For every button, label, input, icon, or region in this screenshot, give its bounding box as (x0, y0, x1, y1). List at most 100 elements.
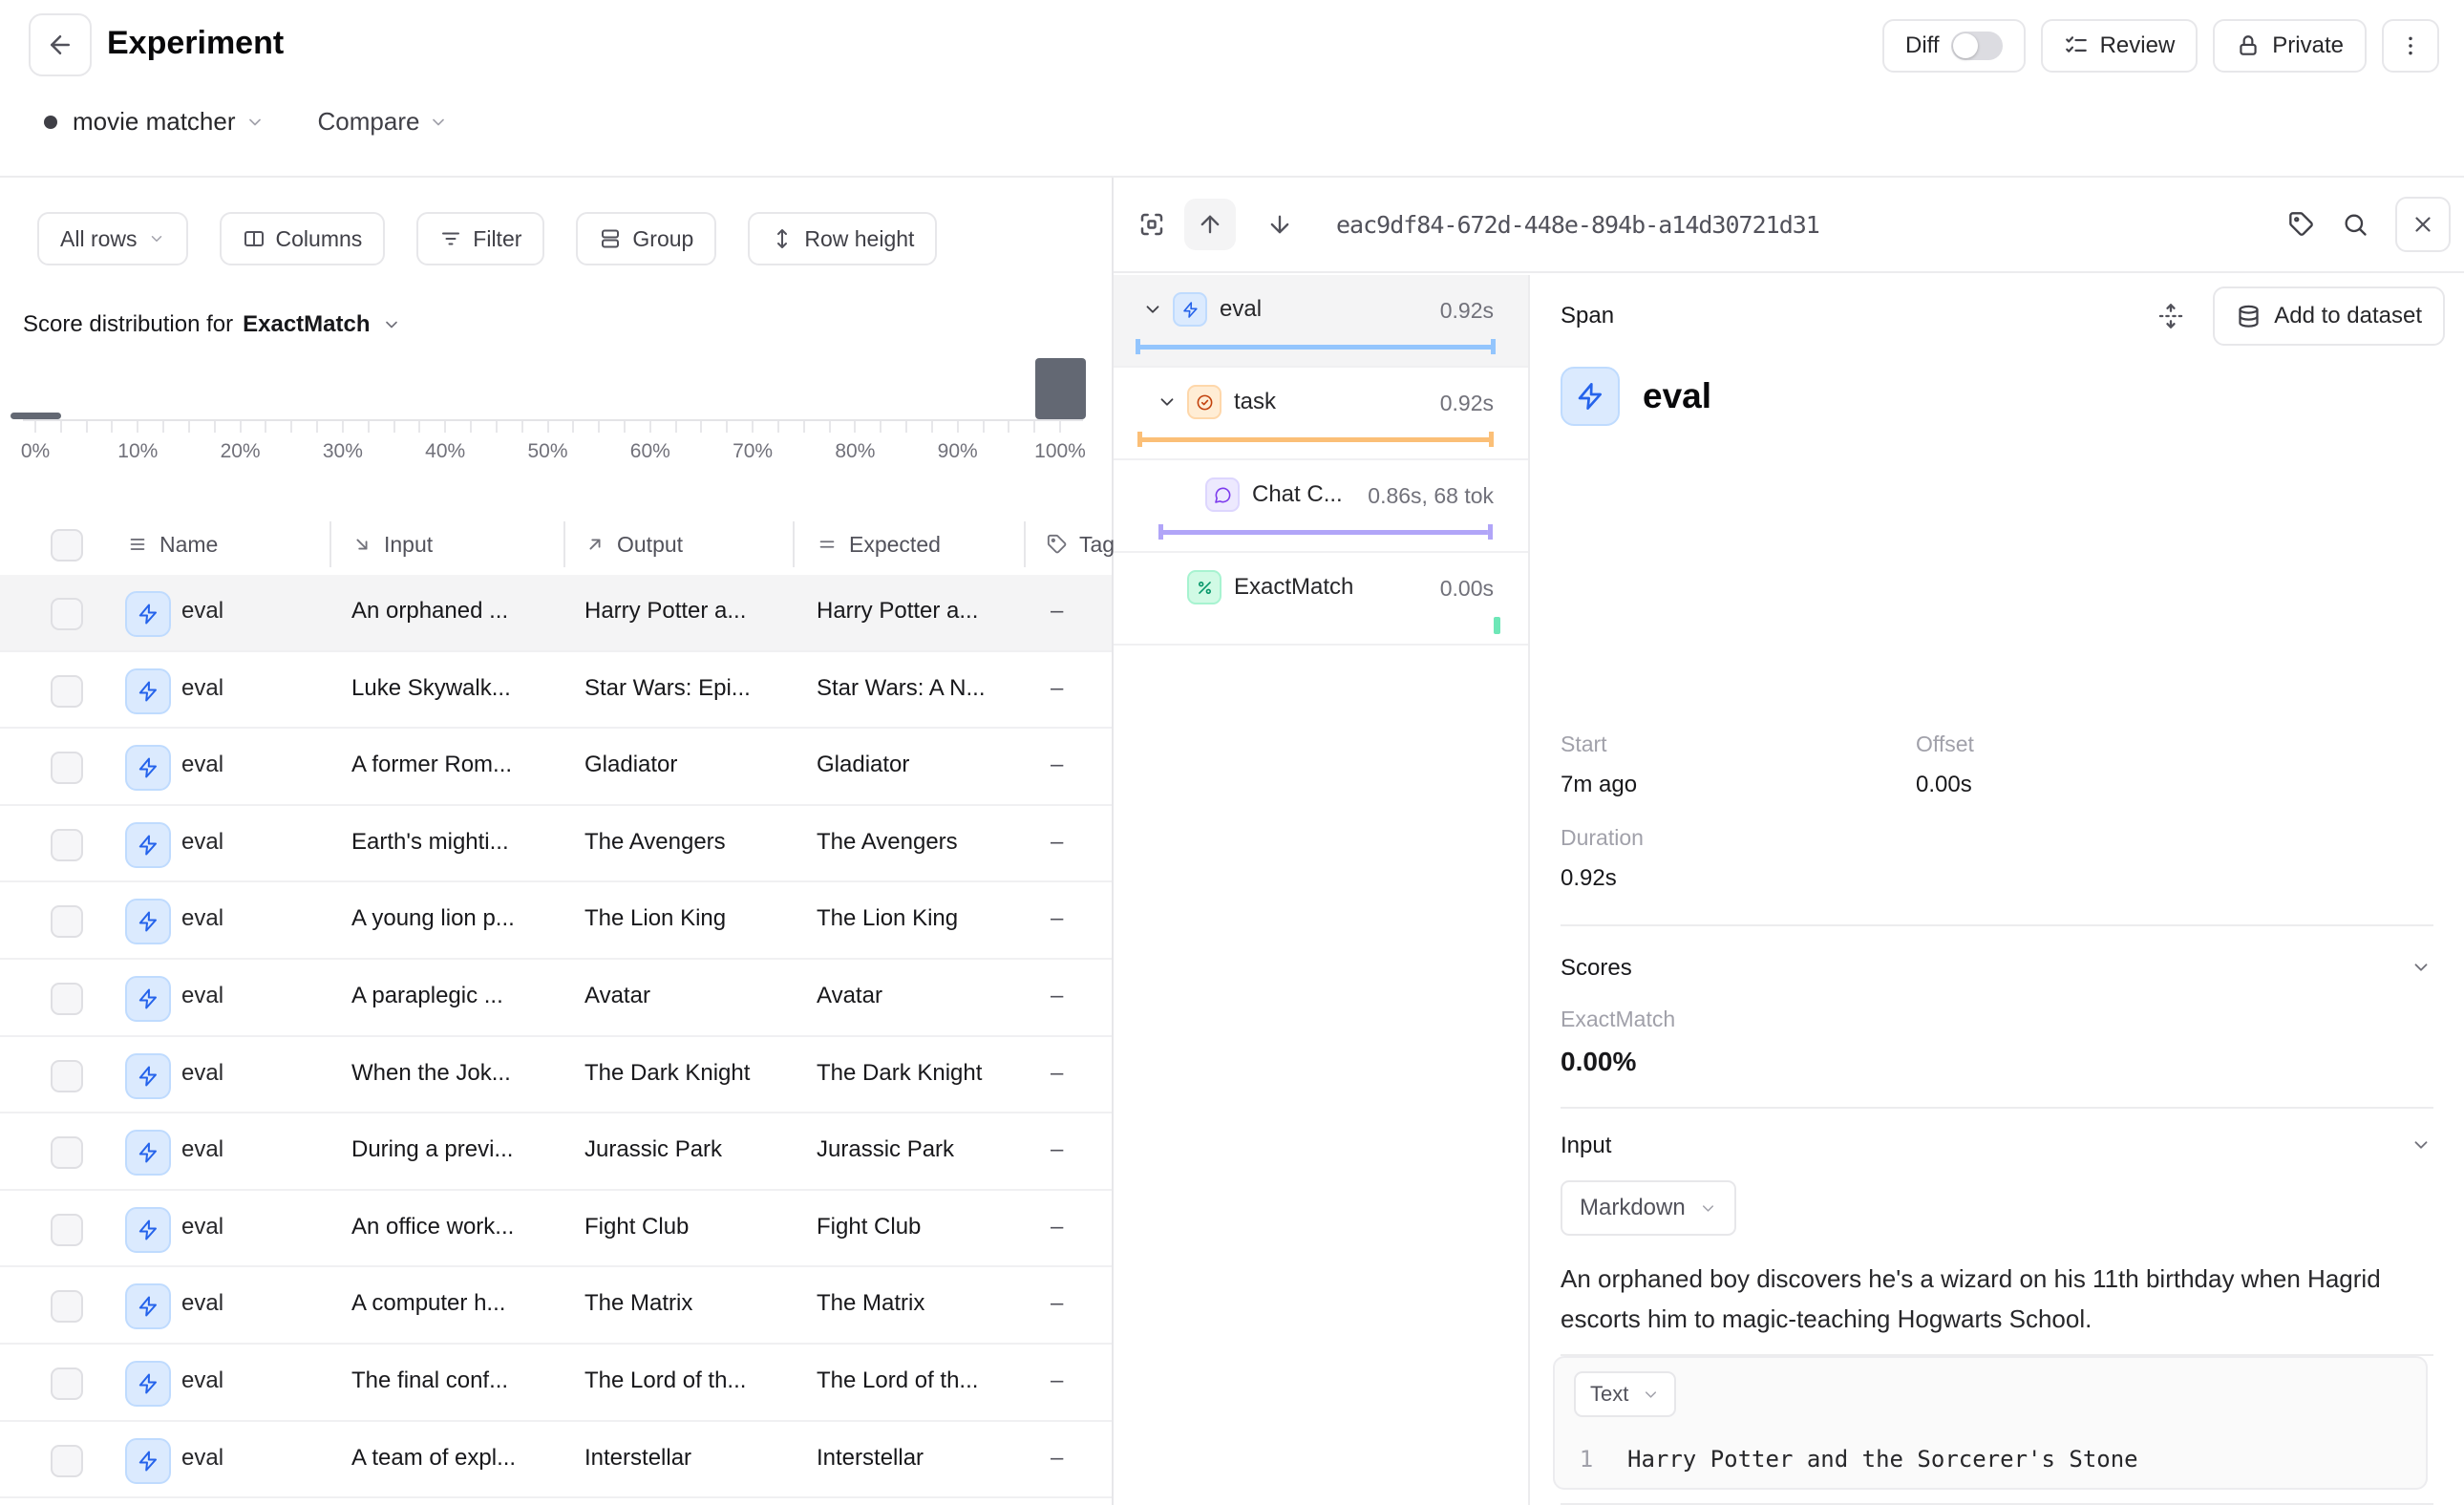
row-checkbox[interactable] (51, 1214, 83, 1246)
lock-icon (2236, 33, 2261, 58)
close-panel-button[interactable] (2395, 197, 2451, 252)
row-checkbox[interactable] (51, 1445, 83, 1477)
table-row[interactable]: eval The final conf... The Lord of th...… (0, 1345, 1112, 1422)
row-checkbox[interactable] (51, 983, 83, 1015)
table-row[interactable]: eval An office work... Fight Club Fight … (0, 1191, 1112, 1268)
private-button[interactable]: Private (2213, 19, 2367, 73)
more-menu-button[interactable] (2382, 19, 2439, 73)
next-row-button[interactable] (1254, 199, 1306, 250)
row-checkbox[interactable] (51, 752, 83, 784)
axis-tick (393, 421, 395, 433)
table-row[interactable]: eval An orphaned ... Harry Potter a... H… (0, 575, 1112, 652)
expected-format-dropdown[interactable]: Text (1574, 1371, 1676, 1417)
diff-toggle[interactable] (1951, 32, 2003, 60)
row-tags: – (1051, 983, 1098, 1009)
group-label: Group (632, 226, 693, 252)
filter-button[interactable]: Filter (416, 212, 544, 265)
table-row[interactable]: eval A computer h... The Matrix The Matr… (0, 1267, 1112, 1345)
score-distribution-header[interactable]: Score distribution for ExactMatch (23, 311, 401, 338)
row-output: Interstellar (584, 1445, 802, 1472)
table-toolbar: All rows Columns Filter Group Row height (37, 212, 937, 265)
chevron-down-icon[interactable] (2411, 957, 2432, 978)
row-expected: Star Wars: A N... (817, 675, 1034, 702)
all-rows-dropdown[interactable]: All rows (37, 212, 188, 265)
row-checkbox[interactable] (51, 905, 83, 938)
chevron-down-icon[interactable] (1142, 299, 1163, 320)
search-icon[interactable] (2342, 211, 2368, 238)
trace-span-item[interactable]: ExactMatch 0.00s (1114, 553, 1528, 646)
row-output: Harry Potter a... (584, 598, 802, 625)
results-pane: All rows Columns Filter Group Row height… (0, 178, 1114, 1505)
table-row[interactable]: eval Earth's mighti... The Avengers The … (0, 806, 1112, 883)
row-checkbox[interactable] (51, 1367, 83, 1400)
column-header-input[interactable]: Input (351, 516, 433, 573)
row-checkbox[interactable] (51, 829, 83, 861)
column-separator[interactable] (793, 521, 795, 567)
chevron-down-icon[interactable] (2411, 1134, 2432, 1155)
chevron-down-icon[interactable] (1157, 392, 1178, 413)
review-button[interactable]: Review (2041, 19, 2198, 73)
expand-sections-icon[interactable] (2157, 303, 2184, 329)
table-row[interactable]: eval A paraplegic ... Avatar Avatar – (0, 960, 1112, 1037)
chevron-down-icon[interactable] (245, 113, 265, 132)
row-checkbox[interactable] (51, 675, 83, 708)
row-checkbox[interactable] (51, 1136, 83, 1169)
trace-id: eac9df84-672d-448e-894b-a14d30721d31 (1336, 211, 1819, 239)
row-height-button[interactable]: Row height (748, 212, 937, 265)
axis-tick-label: 30% (323, 440, 363, 463)
span-duration: 0.00s (1440, 576, 1494, 602)
diff-toggle-button[interactable]: Diff (1882, 19, 2026, 73)
axis-tick (675, 421, 677, 433)
experiment-status-dot (44, 116, 57, 129)
score-distribution-chart[interactable]: 0%10%20%30%40%50%60%70%80%90%100% (23, 358, 1083, 461)
arrow-up-right-icon (584, 534, 605, 555)
group-button[interactable]: Group (576, 212, 716, 265)
column-header-name[interactable]: Name (127, 516, 218, 573)
row-checkbox[interactable] (51, 598, 83, 630)
chevron-down-icon (382, 315, 401, 334)
column-header-expected[interactable]: Expected (817, 516, 941, 573)
table-row[interactable]: eval A young lion p... The Lion King The… (0, 882, 1112, 960)
offset-label: Offset (1916, 731, 1974, 757)
chevron-down-icon[interactable] (429, 113, 448, 132)
previous-row-button[interactable] (1184, 199, 1236, 250)
row-output: Gladiator (584, 752, 802, 778)
axis-tick (572, 421, 574, 433)
zap-icon (137, 1450, 159, 1473)
axis-tick (905, 421, 907, 433)
back-button[interactable] (29, 13, 92, 76)
compare-dropdown[interactable]: Compare (318, 107, 420, 137)
table-row[interactable]: eval A former Rom... Gladiator Gladiator… (0, 729, 1112, 806)
row-input: The final conf... (351, 1367, 558, 1394)
histogram-bar[interactable] (1035, 358, 1086, 419)
table-row[interactable]: eval During a previ... Jurassic Park Jur… (0, 1113, 1112, 1191)
columns-button[interactable]: Columns (220, 212, 386, 265)
trace-span-item[interactable]: eval 0.92s (1114, 275, 1528, 368)
add-to-dataset-button[interactable]: Add to dataset (2213, 286, 2445, 346)
input-format-dropdown[interactable]: Markdown (1561, 1180, 1736, 1236)
trace-span-item[interactable]: task 0.92s (1114, 368, 1528, 460)
row-tags: – (1051, 1060, 1098, 1087)
expand-fullscreen-icon[interactable] (1137, 210, 1166, 239)
column-separator[interactable] (563, 521, 565, 567)
axis-tick-label: 20% (221, 440, 261, 463)
row-name: eval (181, 1214, 315, 1240)
row-expected: Gladiator (817, 752, 1034, 778)
table-row[interactable]: eval Luke Skywalk... Star Wars: Epi... S… (0, 652, 1112, 730)
column-separator[interactable] (329, 521, 331, 567)
histogram-bar[interactable] (11, 413, 61, 419)
row-checkbox[interactable] (51, 1060, 83, 1092)
select-all-checkbox[interactable] (51, 529, 83, 562)
experiment-name-dropdown[interactable]: movie matcher (73, 107, 236, 137)
arrow-down-icon (1266, 211, 1293, 238)
row-checkbox[interactable] (51, 1290, 83, 1323)
eval-row-chip (125, 899, 171, 944)
row-name: eval (181, 598, 315, 625)
row-expected: Jurassic Park (817, 1136, 1034, 1163)
table-row[interactable]: eval A team of expl... Interstellar Inte… (0, 1422, 1112, 1499)
column-header-output[interactable]: Output (584, 516, 683, 573)
tag-icon[interactable] (2288, 211, 2315, 238)
column-separator[interactable] (1024, 521, 1026, 567)
table-row[interactable]: eval When the Jok... The Dark Knight The… (0, 1037, 1112, 1114)
trace-span-item[interactable]: Chat C... 0.86s, 68 tok (1114, 460, 1528, 553)
